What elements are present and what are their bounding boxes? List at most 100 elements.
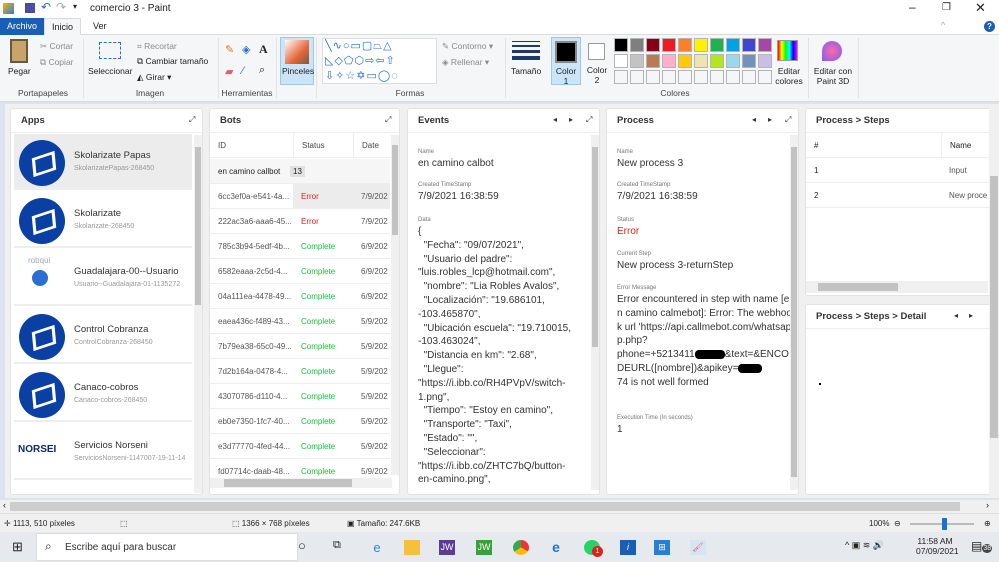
next-icon[interactable]: ▸ [969,311,973,320]
jw-app-icon[interactable]: JW [439,540,455,555]
tab-ver[interactable]: Ver [86,18,114,35]
color2-button[interactable]: Color 2 [584,37,610,85]
size-button[interactable]: Tamaño [511,66,541,76]
palette-color-swatch[interactable] [726,38,740,52]
next-icon[interactable]: ▸ [768,115,772,124]
text-icon[interactable]: A [259,42,268,57]
bots-hscrollbar[interactable] [210,478,392,488]
clock[interactable]: 11:58 AM 07/09/2021 [916,536,959,556]
undo-icon[interactable]: ↶ [41,0,51,14]
collapse-ribbon-icon[interactable]: ^ [941,20,945,30]
palette-color-swatch[interactable] [758,38,772,52]
restore-button[interactable]: ❐ [942,2,951,13]
bot-row[interactable]: 222ac3a6-aaa6-45... Error 7/9/202 [210,209,390,234]
color1-button[interactable]: Color 1 [551,37,581,86]
scroll-thumb[interactable] [10,502,960,511]
office-app-icon[interactable]: ⊞ [654,540,670,555]
palette-color-swatch[interactable] [710,38,724,52]
palette-color-swatch[interactable] [742,70,756,84]
palette-color-swatch[interactable] [726,54,740,68]
bot-row[interactable]: 785c3b94-5edf-4b... Complete 6/9/202 [210,234,390,259]
palette-color-swatch[interactable] [614,54,628,68]
bot-row[interactable]: 43070786-d110-4... Complete 5/9/202 [210,384,390,409]
tray-icons[interactable]: ^ ▣ ≋ 🔊 [845,540,884,551]
app-item[interactable]: NORSEI Servicios Norseni ServiciosNorseni-… [14,424,192,480]
palette-color-swatch[interactable] [694,70,708,84]
palette-color-swatch[interactable] [630,54,644,68]
palette-color-swatch[interactable] [726,70,740,84]
palette-color-swatch[interactable] [742,38,756,52]
previous-icon[interactable]: ◂ [553,115,557,124]
save-icon[interactable] [25,3,35,13]
events-scrollbar[interactable] [591,135,599,490]
zoom-out-button[interactable]: ⊖ [894,514,901,533]
page-scrollbar[interactable] [989,108,999,495]
steps-hscrollbar[interactable] [806,281,988,293]
bot-row[interactable]: 6582eaaa-2c5d-4... Complete 6/9/202 [210,259,390,284]
app-item[interactable]: Skolarizate Papas SkolarizatePapas-268450 [14,134,192,190]
scroll-left-icon[interactable]: ‹ [3,500,6,510]
bot-row[interactable]: 04a111ea-4478-49... Complete 6/9/202 [210,284,390,309]
internet-explorer-icon[interactable]: e [369,540,385,555]
next-icon[interactable]: ▸ [569,115,573,124]
canvas-hscrollbar[interactable]: ‹ › [0,500,999,513]
windows-start-icon[interactable]: ⊞ [12,539,23,555]
bots-group-row[interactable]: en camino callbot 13 [210,159,390,184]
zoom-slider-thumb[interactable] [942,518,947,530]
palette-color-swatch[interactable] [646,54,660,68]
outline-button[interactable]: ✎ Contorno ▾ [442,41,493,52]
copy-button[interactable]: ⧉ Copiar [40,57,73,68]
palette-color-swatch[interactable] [710,70,724,84]
palette-color-swatch[interactable] [614,70,628,84]
task-view-icon[interactable]: ⧉ [333,539,341,552]
zoom-in-button[interactable]: ⊕ [984,514,991,533]
col-id[interactable]: ID [218,133,226,158]
previous-icon[interactable]: ◂ [752,115,756,124]
redo-icon[interactable]: ↷ [56,0,66,14]
app-item[interactable]: robqui Guadalajara-00--Usuario Usuario--Gu… [14,250,192,306]
expand-icon[interactable]: ⤢ [785,115,791,125]
col-status[interactable]: Status [293,133,325,158]
palette-color-swatch[interactable] [758,54,772,68]
fill-bucket-icon[interactable]: ◈ [242,43,250,56]
step-row[interactable]: 1 Input [806,158,996,183]
minimize-button[interactable]: – [909,0,916,14]
col-name[interactable]: Name [941,133,971,158]
palette-color-swatch[interactable] [678,70,692,84]
col-number[interactable]: # [814,133,818,158]
whatsapp-icon[interactable]: 1 [584,540,603,557]
edge-icon[interactable]: e [548,540,564,555]
bots-scrollbar[interactable] [391,135,399,475]
color-picker-icon[interactable]: ⁄ [242,65,244,77]
palette-color-swatch[interactable] [646,70,660,84]
edit-colors-button[interactable]: Editar colores [774,66,804,86]
crop-button[interactable]: ⌗ Recortar [137,41,177,52]
previous-icon[interactable]: ◂ [954,311,958,320]
expand-icon[interactable]: ⤢ [385,115,391,125]
palette-color-swatch[interactable] [646,38,660,52]
expand-icon[interactable]: ⤢ [586,115,592,125]
palette-color-swatch[interactable] [678,38,692,52]
expand-icon[interactable]: ⤢ [189,115,195,125]
resize-button[interactable]: ⧉ Cambiar tamaño [137,56,208,67]
rotate-button[interactable]: ◭ Girar ▾ [137,72,171,83]
bot-row[interactable]: e3d77770-4fed-44... Complete 5/9/202 [210,434,390,459]
fill-button[interactable]: ◈ Rellenar ▾ [442,57,489,68]
palette-color-swatch[interactable] [694,54,708,68]
pencil-icon[interactable]: ✎ [225,43,234,56]
brushes-button[interactable]: Pinceles [280,37,314,85]
cortana-icon[interactable]: ○ [298,538,306,553]
bot-row[interactable]: 6cc3ef0a-e541-4a... Error 7/9/202 [210,184,390,209]
step-row[interactable]: 2 New proce [806,183,996,208]
tab-inicio[interactable]: Inicio [44,18,82,35]
palette-color-swatch[interactable] [662,70,676,84]
jw-library-icon[interactable]: JW [476,540,492,555]
bot-row[interactable]: eb0e7350-1fc7-40... Complete 5/9/202 [210,409,390,434]
paint-taskbar-icon[interactable]: 🖌 [690,540,706,555]
shapes-gallery[interactable]: ╲∿○▭▢⏢△ ◺◇⬠⬡⇨⇦⇧ ⇩✧☆✡▭◯◌ [322,38,437,84]
app-item[interactable]: Skolarizate Skolarizate-268450 [14,192,192,248]
close-button[interactable]: ✕ [975,0,986,16]
palette-color-swatch[interactable] [694,38,708,52]
paste-button[interactable]: Pegar [8,66,31,76]
tab-archivo[interactable]: Archivo [0,18,45,35]
